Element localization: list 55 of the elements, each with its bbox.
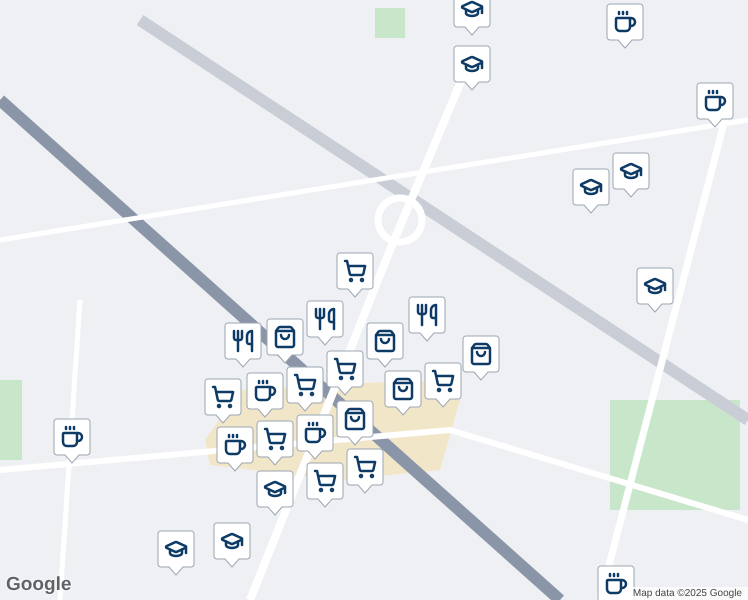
map-marker[interactable]: [366, 322, 404, 368]
map-marker[interactable]: [424, 362, 462, 408]
coffee-cup-icon: [703, 89, 727, 113]
shopping-cart-icon: [313, 469, 337, 493]
shopping-cart-icon: [333, 357, 357, 381]
map-marker[interactable]: [346, 448, 384, 494]
map-marker[interactable]: [336, 400, 374, 446]
map-marker[interactable]: [213, 522, 251, 568]
map-marker[interactable]: [204, 378, 242, 424]
map-marker[interactable]: [696, 82, 734, 128]
map-marker[interactable]: [53, 418, 91, 464]
shopping-cart-icon: [353, 455, 377, 479]
shopping-bag-icon: [373, 329, 397, 353]
shopping-cart-icon: [263, 427, 287, 451]
map-marker[interactable]: [453, 45, 491, 91]
shopping-cart-icon: [211, 385, 235, 409]
shopping-bag-icon: [469, 342, 493, 366]
shopping-bag-icon: [391, 377, 415, 401]
map-marker[interactable]: [157, 530, 195, 576]
shopping-bag-icon: [273, 325, 297, 349]
shopping-cart-icon: [293, 373, 317, 397]
map-marker[interactable]: [336, 252, 374, 298]
map-marker[interactable]: [597, 565, 635, 600]
map-marker[interactable]: [286, 366, 324, 412]
map-marker[interactable]: [246, 372, 284, 418]
shopping-cart-icon: [431, 369, 455, 393]
coffee-cup-icon: [60, 425, 84, 449]
fork-knife-icon: [313, 307, 337, 331]
map-marker[interactable]: [326, 350, 364, 396]
map-marker[interactable]: [266, 318, 304, 364]
map-marker[interactable]: [256, 420, 294, 466]
map-marker[interactable]: [384, 370, 422, 416]
map-marker[interactable]: [306, 462, 344, 508]
map-logo: Google: [6, 574, 72, 596]
coffee-cup-icon: [253, 379, 277, 403]
map-marker[interactable]: [256, 470, 294, 516]
shopping-bag-icon: [343, 407, 367, 431]
map-marker[interactable]: [572, 168, 610, 214]
shopping-cart-icon: [343, 259, 367, 283]
map-marker[interactable]: [408, 296, 446, 342]
map-marker[interactable]: [636, 267, 674, 313]
coffee-cup-icon: [613, 10, 637, 34]
map-marker[interactable]: [224, 322, 262, 368]
coffee-cup-icon: [223, 433, 247, 457]
coffee-cup-icon: [303, 421, 327, 445]
map-marker[interactable]: [612, 152, 650, 198]
fork-knife-icon: [231, 329, 255, 353]
map-marker[interactable]: [216, 426, 254, 472]
fork-knife-icon: [415, 303, 439, 327]
coffee-cup-icon: [604, 572, 628, 596]
map-marker[interactable]: [462, 335, 500, 381]
map-marker[interactable]: [296, 414, 334, 460]
map-marker[interactable]: [606, 3, 644, 49]
map-marker[interactable]: [453, 0, 491, 36]
map-marker[interactable]: [306, 300, 344, 346]
